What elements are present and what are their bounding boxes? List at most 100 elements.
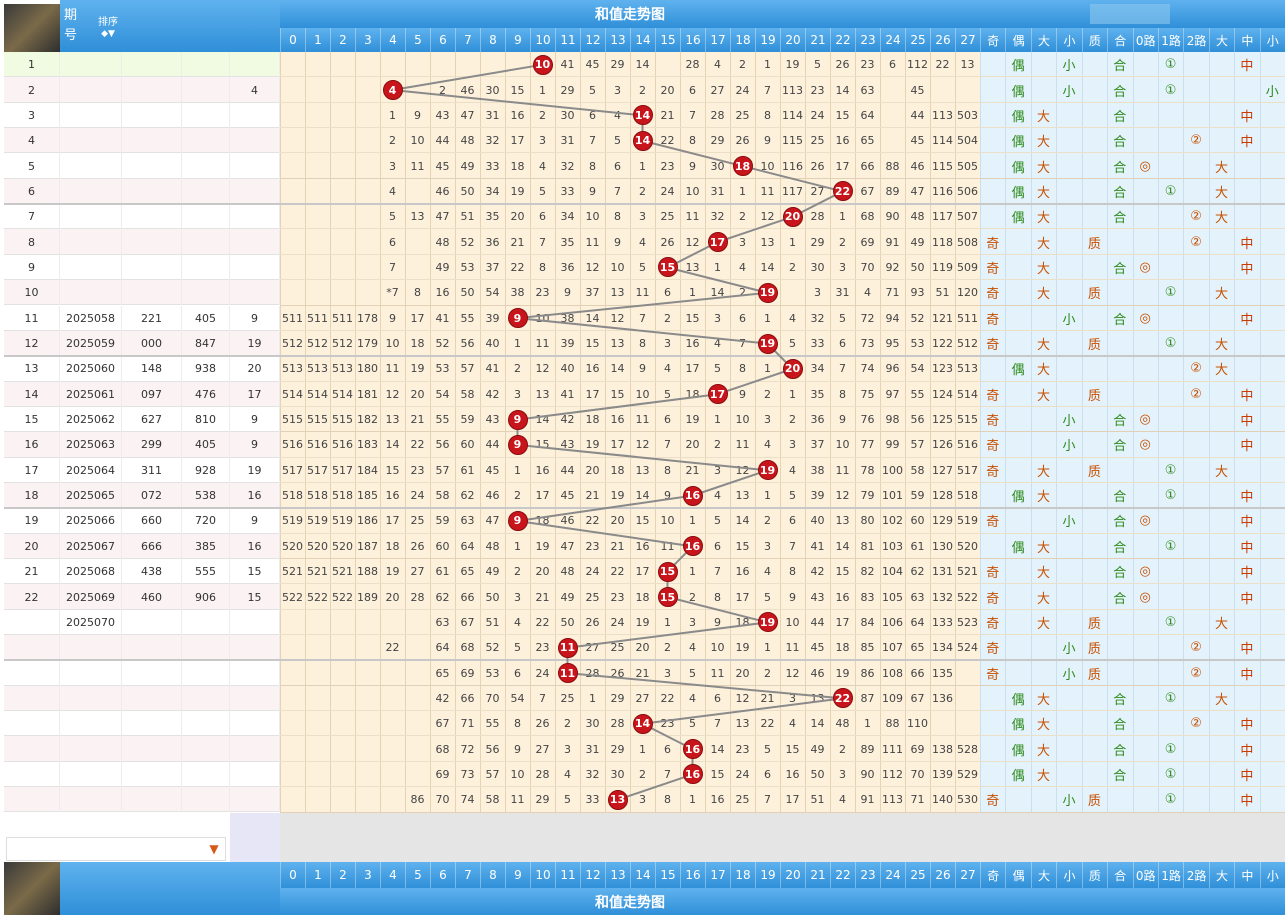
stat-cell-8 xyxy=(1183,103,1208,128)
stat-cell-6 xyxy=(1133,280,1158,305)
row-index: 20 xyxy=(4,533,60,559)
stat-cell-11: 小 xyxy=(1265,84,1279,100)
miss-value: 11 xyxy=(385,362,400,376)
issue-number xyxy=(60,254,122,281)
miss-value xyxy=(330,736,355,761)
stat-col-header-5: 合 xyxy=(1107,28,1132,52)
miss-value xyxy=(330,762,355,787)
miss-value: 58 xyxy=(460,387,475,401)
stat-cell-5: 合 xyxy=(1113,59,1127,75)
miss-value: 63 xyxy=(460,514,475,528)
miss-value: 46 xyxy=(460,83,475,97)
sum-ball-marker: 16 xyxy=(682,764,703,785)
stat-cell-3 xyxy=(1056,204,1081,229)
miss-value: 7 xyxy=(714,565,721,579)
miss-value: 4 xyxy=(839,793,846,807)
miss-value: 34 xyxy=(560,210,575,224)
miss-value: 41 xyxy=(810,539,825,553)
row-index: 14 xyxy=(4,381,60,407)
miss-value xyxy=(880,103,905,128)
test-number xyxy=(182,711,230,737)
stat-cell-11 xyxy=(1260,179,1285,204)
miss-value: 56 xyxy=(485,742,500,756)
miss-value xyxy=(305,229,330,254)
stat-cell-0: 奇 xyxy=(986,287,1000,303)
miss-value: 1 xyxy=(639,742,646,756)
miss-value: 513 xyxy=(282,362,303,376)
miss-value: 8 xyxy=(414,286,421,300)
sum-ball-marker: 16 xyxy=(682,485,703,506)
miss-value: 23 xyxy=(810,83,825,97)
stat-cell-7: ① xyxy=(1164,614,1177,630)
sort-arrows-icon[interactable]: ◆▼ xyxy=(96,28,120,40)
miss-value: 45 xyxy=(485,463,500,477)
miss-value: 17 xyxy=(535,489,550,503)
stat-cell-5 xyxy=(1107,660,1132,685)
miss-value xyxy=(280,686,305,711)
miss-value: 65 xyxy=(460,565,475,579)
sum-value xyxy=(230,609,280,636)
test-number xyxy=(182,609,230,636)
stat-cell-7: ① xyxy=(1164,183,1177,199)
miss-value: 2 xyxy=(739,210,746,224)
row-index xyxy=(4,711,60,737)
stat-cell-3 xyxy=(1056,255,1081,280)
miss-value xyxy=(355,280,380,305)
miss-value xyxy=(405,610,430,635)
miss-value: 48 xyxy=(435,235,450,249)
miss-value xyxy=(330,179,355,204)
stat-cell-8 xyxy=(1183,280,1208,305)
miss-value: 9 xyxy=(714,615,721,629)
sort-button[interactable]: 排序 xyxy=(94,12,122,28)
miss-value: 24 xyxy=(535,666,550,680)
sum-value xyxy=(230,178,280,205)
miss-value: 12 xyxy=(735,691,750,705)
miss-value xyxy=(405,660,430,685)
row-index: 10 xyxy=(4,280,60,306)
stat-cell-10: 中 xyxy=(1240,743,1254,759)
stat-cell-1: 偶 xyxy=(1011,109,1025,125)
stat-cell-1: 偶 xyxy=(1011,185,1025,201)
miss-value: 51 xyxy=(485,615,500,629)
footer-sum-col-5: 5 xyxy=(405,862,430,888)
miss-value: 116 xyxy=(782,159,803,173)
stat-cell-11 xyxy=(1260,787,1285,812)
miss-value: 5 xyxy=(689,666,696,680)
miss-value: 94 xyxy=(885,311,900,325)
miss-value: 14 xyxy=(385,438,400,452)
miss-value: 6 xyxy=(664,413,671,427)
miss-value: 513 xyxy=(332,362,353,376)
stat-cell-1: 偶 xyxy=(1011,59,1025,75)
miss-value: 10 xyxy=(685,184,700,198)
stat-cell-5: 合 xyxy=(1113,490,1127,506)
miss-value: 7 xyxy=(789,539,796,553)
sum-col-header-26: 26 xyxy=(930,28,955,52)
miss-value: 15 xyxy=(685,311,700,325)
miss-value: 24 xyxy=(810,108,825,122)
miss-value xyxy=(480,52,505,77)
miss-value xyxy=(330,52,355,77)
stat-cell-5 xyxy=(1107,280,1132,305)
miss-value: 515 xyxy=(282,413,303,427)
test-number xyxy=(182,102,230,129)
miss-value: 3 xyxy=(514,387,521,401)
stat-cell-1 xyxy=(1005,508,1030,533)
stat-cell-3 xyxy=(1056,534,1081,559)
dropdown-arrow-icon[interactable]: ▼ xyxy=(204,837,224,861)
miss-value: 15 xyxy=(610,387,625,401)
stat-cell-8 xyxy=(1183,153,1208,178)
miss-value: 3 xyxy=(564,742,571,756)
miss-value: 29 xyxy=(810,235,825,249)
miss-value: 76 xyxy=(860,413,875,427)
stat-cell-6: ◎ xyxy=(1139,437,1151,453)
miss-value: 516 xyxy=(282,438,303,452)
sum-col-header-12: 12 xyxy=(580,28,605,52)
miss-value: 183 xyxy=(357,438,378,452)
miss-value: 11 xyxy=(835,463,850,477)
filter-select[interactable] xyxy=(6,836,226,861)
footer-sum-col-16: 16 xyxy=(680,862,705,888)
stat-cell-2: 大 xyxy=(1037,211,1051,227)
draw-number xyxy=(122,153,182,179)
stat-cell-6 xyxy=(1133,458,1158,483)
miss-value: 4 xyxy=(564,767,571,781)
